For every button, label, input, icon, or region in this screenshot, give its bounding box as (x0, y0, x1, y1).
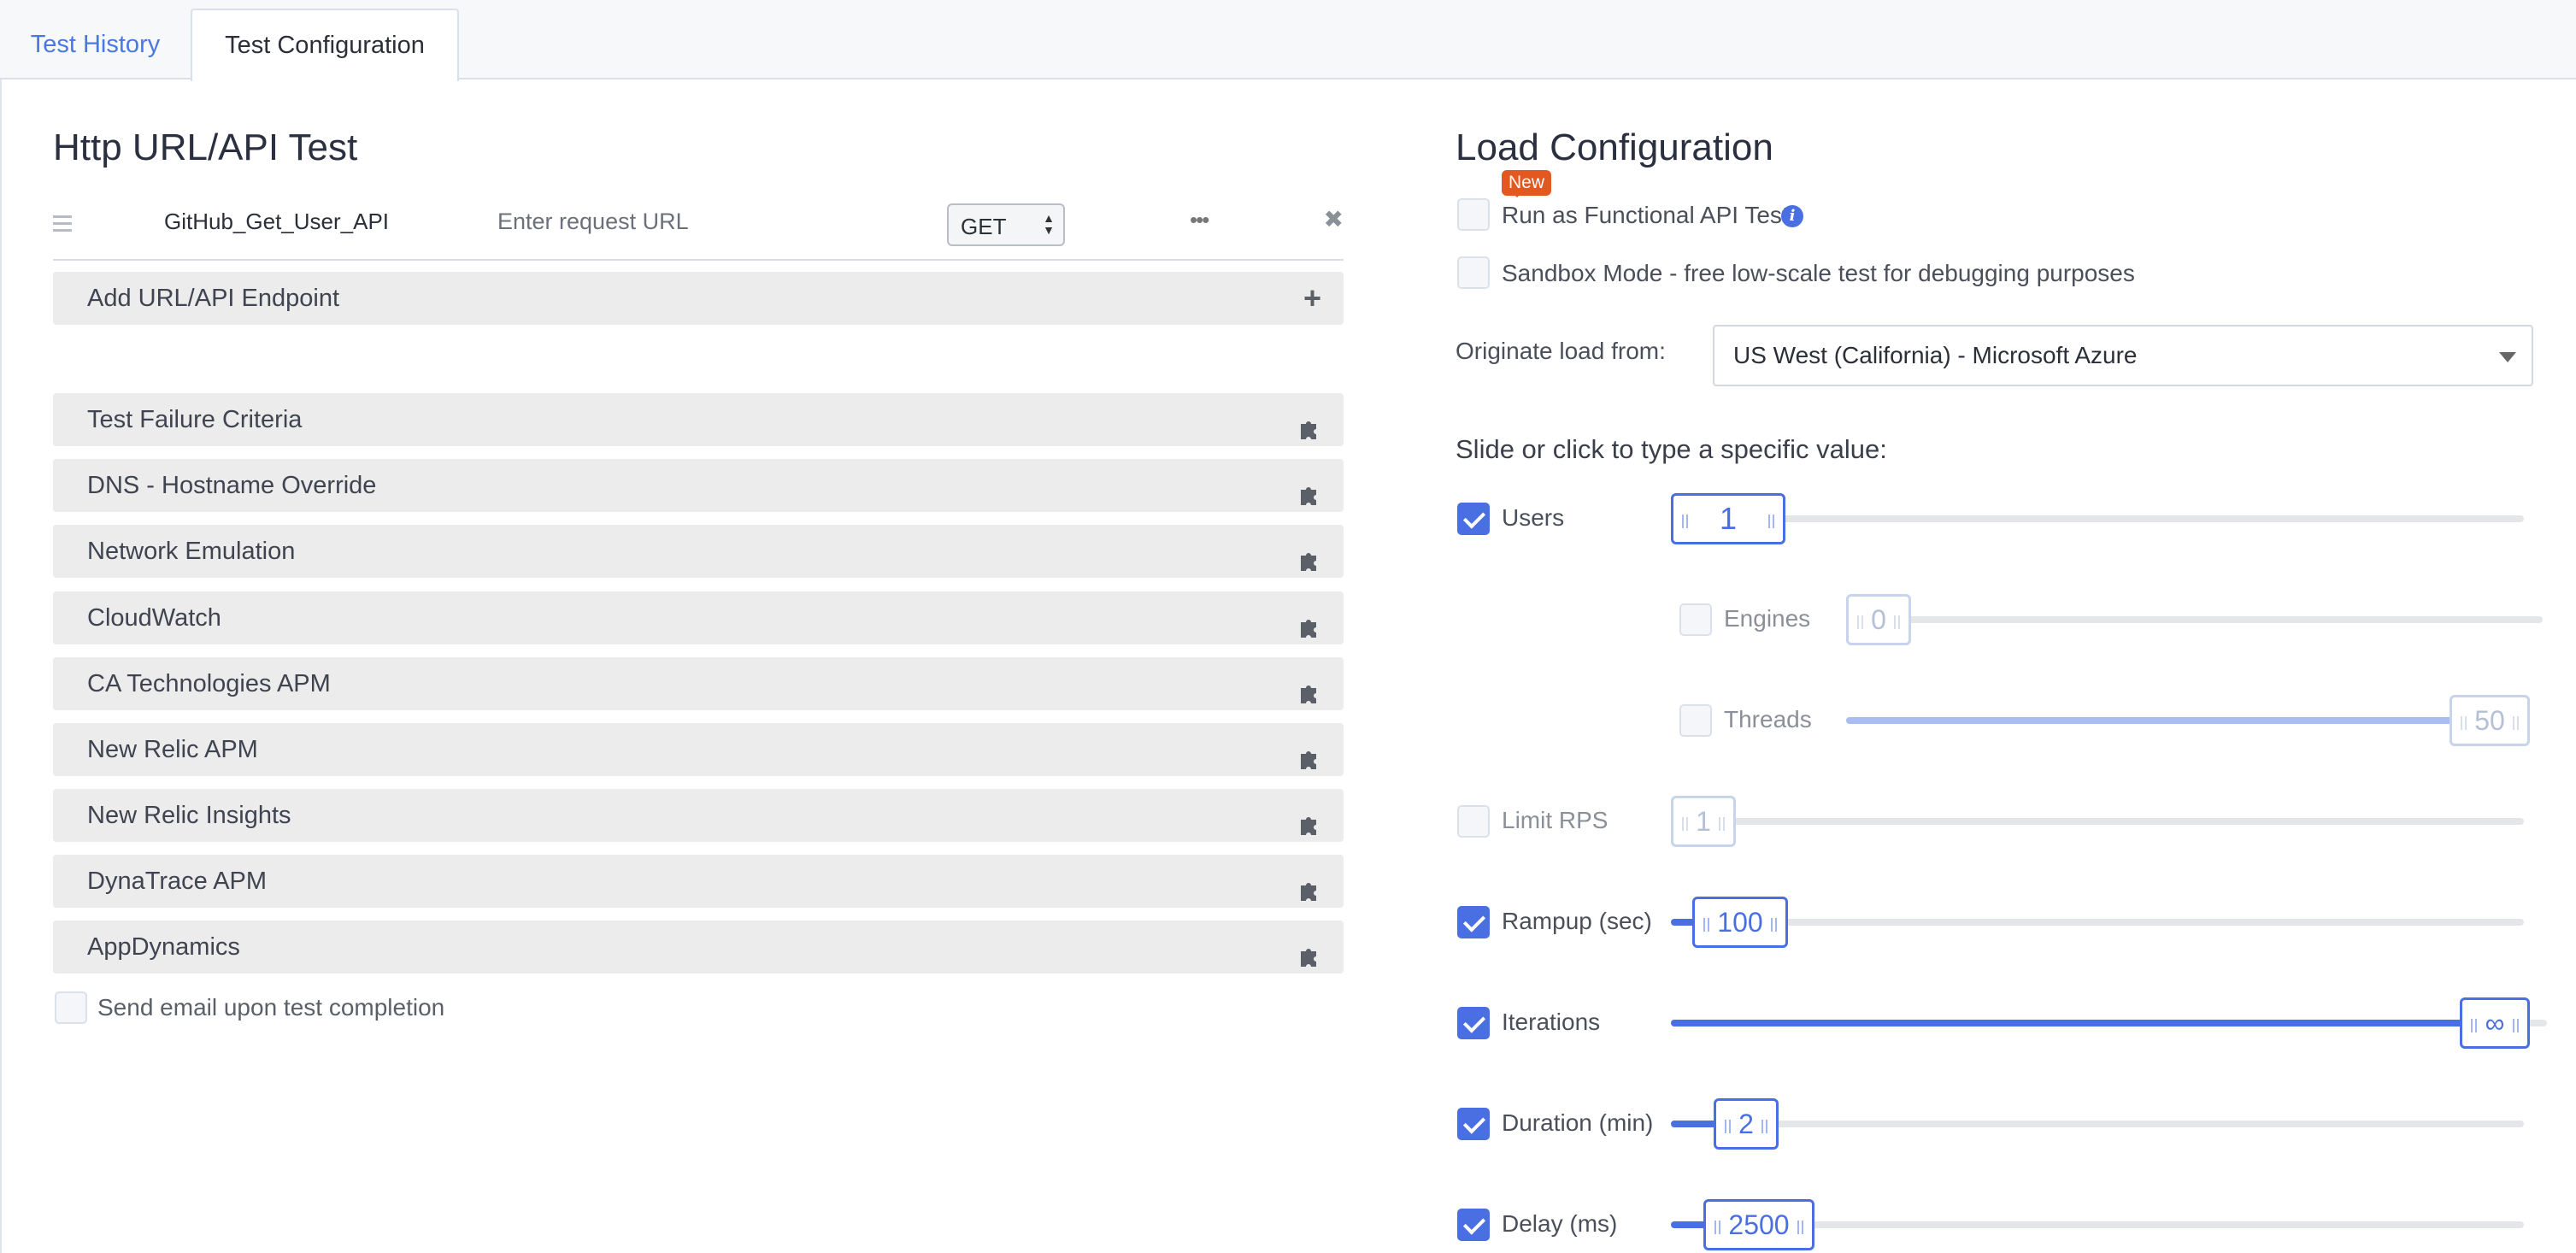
section-label: DynaTrace APM (87, 868, 268, 895)
rampup-slider-handle[interactable]: 100 (1692, 897, 1788, 948)
section-label: New Relic APM (87, 736, 258, 763)
engines-slider-handle[interactable]: 0 (1846, 594, 1911, 645)
plus-icon: + (1303, 280, 1321, 315)
section-label: CA Technologies APM (87, 670, 331, 697)
limit-rps-checkbox[interactable] (1457, 805, 1490, 838)
section-appdynamics[interactable]: AppDynamics (53, 921, 1344, 974)
endpoint-row: GitHub_Get_User_API Enter request URL GE… (53, 197, 1344, 261)
new-badge: New (1502, 170, 1552, 197)
section-label: CloudWatch (87, 604, 221, 632)
http-test-title: Http URL/API Test (53, 126, 358, 168)
rampup-checkbox[interactable] (1457, 906, 1490, 938)
email-label: Send email upon test completion (97, 994, 445, 1021)
duration-slider-track[interactable] (1671, 1121, 2524, 1127)
section-new-relic-insights[interactable]: New Relic Insights (53, 789, 1344, 842)
iterations-slider-handle[interactable]: ∞ (2460, 997, 2530, 1049)
rampup-label: Rampup (sec) (1502, 908, 1652, 934)
section-label: Network Emulation (87, 538, 296, 565)
section-label: New Relic Insights (87, 802, 291, 829)
section-cloudwatch[interactable]: CloudWatch (53, 591, 1344, 644)
users-label: Users (1502, 504, 1565, 531)
drag-handle-icon[interactable] (53, 215, 72, 232)
section-new-relic-apm[interactable]: New Relic APM (53, 723, 1344, 776)
request-url-input[interactable]: Enter request URL (497, 209, 689, 235)
email-checkbox[interactable] (55, 991, 87, 1024)
section-label: Test Failure Criteria (87, 406, 303, 433)
tab-bar: Test History Test Configuration (0, 0, 2576, 81)
more-options-icon[interactable]: ••• (1190, 207, 1209, 233)
puzzle-icon (1297, 473, 1321, 505)
duration-label: Duration (min) (1502, 1109, 1654, 1136)
section-dns-hostname-override[interactable]: DNS - Hostname Override (53, 459, 1344, 512)
tab-test-configuration[interactable]: Test Configuration (191, 9, 459, 81)
users-slider-track[interactable] (1671, 515, 2524, 522)
load-config-title: Load Configuration (1456, 126, 1773, 168)
engines-checkbox[interactable] (1679, 603, 1712, 636)
iterations-label: Iterations (1502, 1009, 1601, 1035)
functional-test-label: Run as Functional API Test (1502, 202, 1789, 228)
iterations-slider-track[interactable] (1671, 1020, 2547, 1027)
threads-label: Threads (1724, 706, 1812, 732)
engines-slider-track[interactable] (1846, 616, 2543, 623)
delay-slider-handle[interactable]: 2500 (1703, 1199, 1814, 1250)
threads-slider-fill (1846, 717, 2458, 724)
duration-checkbox[interactable] (1457, 1108, 1490, 1140)
method-select[interactable]: GET ▲ ▼ (947, 203, 1065, 246)
users-checkbox[interactable] (1457, 503, 1490, 535)
puzzle-icon (1297, 934, 1321, 967)
remove-endpoint-icon[interactable]: ✖ (1324, 205, 1344, 233)
puzzle-icon (1297, 538, 1321, 571)
limit-rps-slider-handle[interactable]: 1 (1671, 796, 1736, 847)
section-network-emulation[interactable]: Network Emulation (53, 525, 1344, 578)
tab-test-history[interactable]: Test History (0, 9, 191, 81)
method-value: GET (961, 214, 1007, 239)
limit-rps-label: Limit RPS (1502, 807, 1609, 833)
select-arrows-icon: ▲ ▼ (1043, 211, 1055, 237)
threads-slider-handle[interactable]: 50 (2450, 695, 2530, 746)
section-dynatrace-apm[interactable]: DynaTrace APM (53, 855, 1344, 908)
slide-hint: Slide or click to type a specific value: (1456, 434, 1887, 464)
threads-slider-track[interactable] (1846, 717, 2530, 724)
puzzle-icon (1297, 868, 1321, 901)
puzzle-icon (1297, 407, 1321, 439)
delay-label: Delay (ms) (1502, 1210, 1618, 1237)
endpoint-name-input[interactable]: GitHub_Get_User_API (164, 209, 421, 235)
puzzle-icon (1297, 671, 1321, 703)
sandbox-checkbox[interactable] (1457, 256, 1490, 289)
puzzle-icon (1297, 605, 1321, 638)
duration-slider-fill (1671, 1121, 1720, 1127)
info-icon[interactable]: i (1781, 205, 1803, 227)
limit-rps-slider-track[interactable] (1671, 818, 2524, 825)
puzzle-icon (1297, 737, 1321, 769)
users-slider-handle[interactable]: 1 (1671, 493, 1785, 544)
duration-slider-handle[interactable]: 2 (1714, 1098, 1779, 1150)
sandbox-label: Sandbox Mode - free low-scale test for d… (1502, 260, 2135, 286)
iterations-checkbox[interactable] (1457, 1007, 1490, 1039)
section-ca-technologies-apm[interactable]: CA Technologies APM (53, 657, 1344, 710)
engines-label: Engines (1724, 605, 1811, 632)
puzzle-icon (1297, 803, 1321, 835)
originate-select[interactable]: US West (California) - Microsoft Azure (1713, 325, 2533, 386)
add-endpoint-button[interactable]: Add URL/API Endpoint + (53, 272, 1344, 325)
add-endpoint-label: Add URL/API Endpoint (87, 285, 340, 312)
originate-value: US West (California) - Microsoft Azure (1733, 342, 2138, 368)
section-label: DNS - Hostname Override (87, 472, 377, 499)
panel-border (0, 79, 2, 1253)
functional-test-checkbox[interactable] (1457, 198, 1490, 231)
originate-label: Originate load from: (1456, 338, 1666, 364)
threads-checkbox[interactable] (1679, 704, 1712, 737)
rampup-slider-track[interactable] (1671, 919, 2524, 926)
iterations-slider-fill (1671, 1020, 2485, 1027)
section-label: AppDynamics (87, 933, 240, 961)
section-test-failure-criteria[interactable]: Test Failure Criteria (53, 393, 1344, 446)
delay-checkbox[interactable] (1457, 1209, 1490, 1241)
chevron-down-icon (2499, 352, 2516, 371)
